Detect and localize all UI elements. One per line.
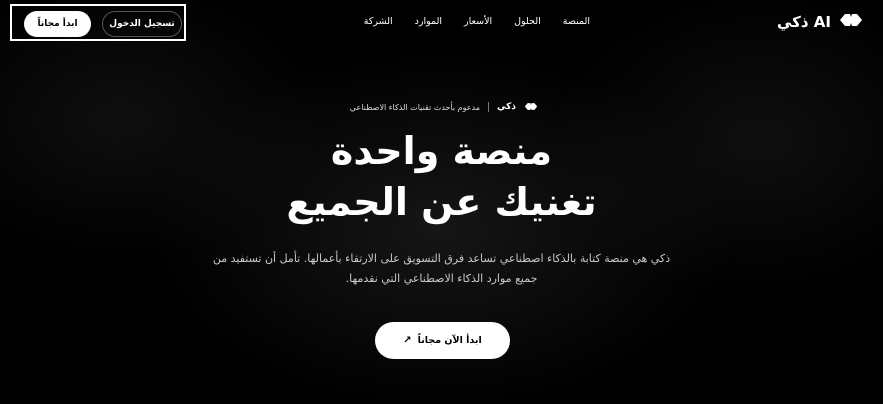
badge-text: مدعوم بأحدث تقنيات الذكاء الاصطناعي — [349, 102, 481, 112]
nav-item-solutions[interactable]: الحلول — [514, 16, 541, 27]
badge-brand: ذكي — [497, 102, 516, 112]
double-diamond-logo-icon — [839, 12, 863, 32]
hero-title-line-2: تغنيك عن الجميع — [286, 180, 597, 224]
start-now-free-label: ابدأ الآن مجاناً — [417, 335, 482, 346]
nav-item-company[interactable]: الشركة — [364, 16, 393, 27]
hero-badge: ذكي مدعوم بأحدث تقنيات الذكاء الاصطناعي — [346, 99, 538, 115]
badge-logo-icon — [524, 102, 538, 113]
main-nav: المنصة الحلول الأسعار الموارد الشركة — [364, 16, 590, 27]
badge-divider — [488, 102, 490, 112]
start-free-button[interactable]: ابدأ مجاناً — [24, 11, 91, 37]
nav-item-resources[interactable]: الموارد — [415, 16, 442, 27]
start-now-free-button[interactable]: ↗ ابدأ الآن مجاناً — [375, 322, 510, 359]
nav-item-pricing[interactable]: الأسعار — [464, 16, 492, 27]
hero-description-line-2: جميع موارد الذكاء الاصطناعي التي نقدمها. — [345, 272, 538, 285]
top-header: ابدأ مجاناً تسجيل الدخول المنصة الحلول ا… — [0, 0, 883, 46]
header-actions-highlight: ابدأ مجاناً تسجيل الدخول — [10, 4, 186, 41]
nav-item-platform[interactable]: المنصة — [563, 16, 590, 27]
hero-description-line-1: ذكي هي منصة كتابة بالذكاء اصطناعي تساعد … — [212, 252, 671, 265]
login-button[interactable]: تسجيل الدخول — [102, 11, 182, 37]
brand[interactable]: ذكي AI — [777, 12, 863, 32]
arrow-up-left-icon: ↗ — [403, 335, 412, 346]
brand-name: ذكي AI — [776, 13, 831, 31]
hero-title-line-1: منصة واحدة — [330, 129, 553, 173]
